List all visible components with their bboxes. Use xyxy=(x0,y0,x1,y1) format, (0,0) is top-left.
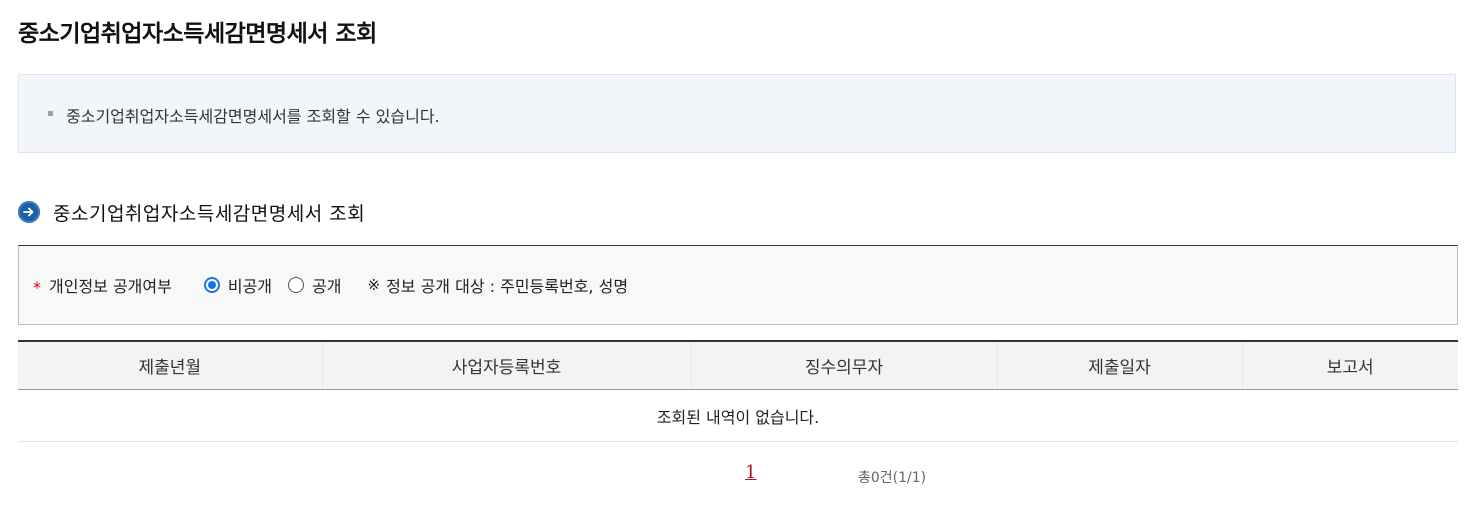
info-box: 중소기업취업자소득세감면명세서를 조회할 수 있습니다. xyxy=(18,74,1456,153)
privacy-note: 정보 공개 대상 : 주민등록번호, 성명 xyxy=(386,277,629,296)
result-table: 제출년월 사업자등록번호 징수의무자 제출일자 보고서 조회된 내역이 없습니다… xyxy=(18,340,1458,442)
page-title: 중소기업취업자소득세감면명세서 조회 xyxy=(18,21,377,47)
radio-private-label[interactable]: 비공개 xyxy=(228,273,272,297)
section-title: 중소기업취업자소득세감면명세서 조회 xyxy=(18,198,365,226)
bullet-icon xyxy=(48,111,53,116)
table-header-row: 제출년월 사업자등록번호 징수의무자 제출일자 보고서 xyxy=(18,340,1458,390)
privacy-filter: * 개인정보 공개여부 비공개 공개 ※ 정보 공개 대상 : 주민등록번호, … xyxy=(18,245,1458,325)
column-report: 보고서 xyxy=(1241,340,1458,390)
radio-private[interactable]: 비공개 xyxy=(203,273,272,297)
note-mark: ※ xyxy=(367,276,381,294)
table-row: 조회된 내역이 없습니다. xyxy=(18,389,1458,442)
column-business-number: 사업자등록번호 xyxy=(321,340,691,390)
privacy-label: 개인정보 공개여부 xyxy=(49,277,172,296)
total-count: 총0건(1/1) xyxy=(858,470,927,486)
section-label: 중소기업취업자소득세감면명세서 조회 xyxy=(53,202,366,225)
required-mark: * xyxy=(33,277,41,297)
info-text: 중소기업취업자소득세감면명세서를 조회할 수 있습니다. xyxy=(66,107,440,126)
empty-message: 조회된 내역이 없습니다. xyxy=(18,389,1458,442)
page-link-current[interactable]: 1 xyxy=(745,462,756,483)
arrow-right-circle-icon xyxy=(18,201,40,223)
column-submit-date: 제출일자 xyxy=(996,340,1242,390)
column-withholding-agent: 징수의무자 xyxy=(690,340,997,390)
radio-public-indicator[interactable] xyxy=(288,277,305,293)
column-submit-month: 제출년월 xyxy=(18,340,322,390)
radio-public[interactable]: 공개 xyxy=(288,273,341,297)
radio-private-indicator[interactable] xyxy=(203,277,220,293)
radio-public-label[interactable]: 공개 xyxy=(312,273,341,297)
